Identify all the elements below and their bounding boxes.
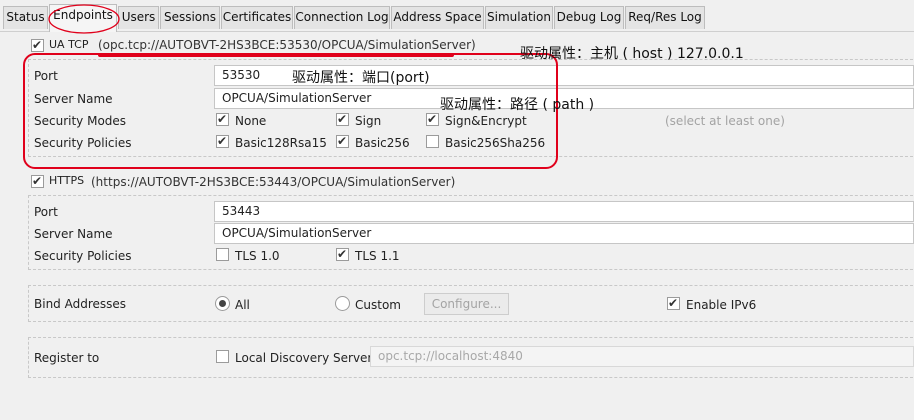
enable-ipv6-checkbox[interactable] [667, 295, 680, 311]
https-security-policies-label: Security Policies [34, 249, 132, 263]
tab-simulation[interactable]: Simulation [485, 6, 553, 29]
tls11-checkbox[interactable] [336, 246, 349, 262]
tab-highlight-ellipse [48, 4, 120, 34]
bind-all-radio[interactable] [215, 296, 230, 311]
https-port-label: Port [34, 205, 58, 219]
modes-hint: (select at least one) [665, 114, 785, 128]
bind-all-label: All [235, 298, 250, 312]
tab-connection-log[interactable]: Connection Log [294, 6, 390, 29]
tab-sessions[interactable]: Sessions [160, 6, 220, 29]
register-to-label: Register to [34, 351, 100, 365]
tls10-label: TLS 1.0 [235, 249, 280, 263]
https-url: (https://AUTOBVT-2HS3BCE:53443/OPCUA/Sim… [91, 175, 456, 189]
tls11-label: TLS 1.1 [355, 249, 400, 263]
lds-checkbox[interactable] [216, 350, 229, 363]
https-port-field[interactable]: 53443 [214, 201, 914, 222]
ua-tcp-label: UA TCP [49, 38, 89, 51]
https-server-name-field[interactable]: OPCUA/SimulationServer [214, 223, 914, 244]
https-label: HTTPS [49, 174, 85, 187]
https-server-name-label: Server Name [34, 227, 113, 241]
enable-ipv6-label: Enable IPv6 [686, 298, 757, 312]
bind-addresses-label: Bind Addresses [34, 297, 127, 311]
lds-label: Local Discovery Server [235, 351, 373, 365]
tab-debug-log[interactable]: Debug Log [554, 6, 624, 29]
bind-custom-label: Custom [355, 298, 401, 312]
tab-bar: Status Endpoints Users Sessions Certific… [0, 0, 914, 32]
annotation-port: 驱动属性：端口(port) [292, 70, 430, 86]
tab-certificates[interactable]: Certificates [221, 6, 293, 29]
ua-tcp-checkbox[interactable] [31, 37, 44, 53]
tab-users[interactable]: Users [118, 6, 159, 29]
https-checkbox[interactable] [31, 173, 44, 189]
tab-status[interactable]: Status [3, 6, 48, 29]
lds-url-field[interactable]: opc.tcp://localhost:4840 [370, 346, 914, 367]
tab-reqres-log[interactable]: Req/Res Log [625, 6, 705, 29]
tab-address-space[interactable]: Address Space [391, 6, 484, 29]
ua-tcp-url: (opc.tcp://AUTOBVT-2HS3BCE:53530/OPCUA/S… [98, 38, 476, 52]
annotation-path: 驱动属性：路径 ( path ) [440, 97, 595, 113]
bind-custom-radio[interactable] [335, 296, 350, 311]
configure-button[interactable]: Configure... [424, 293, 509, 315]
annotation-host: 驱动属性：主机 ( host ) 127.0.0.1 [520, 46, 744, 62]
tls10-checkbox[interactable] [216, 248, 229, 261]
